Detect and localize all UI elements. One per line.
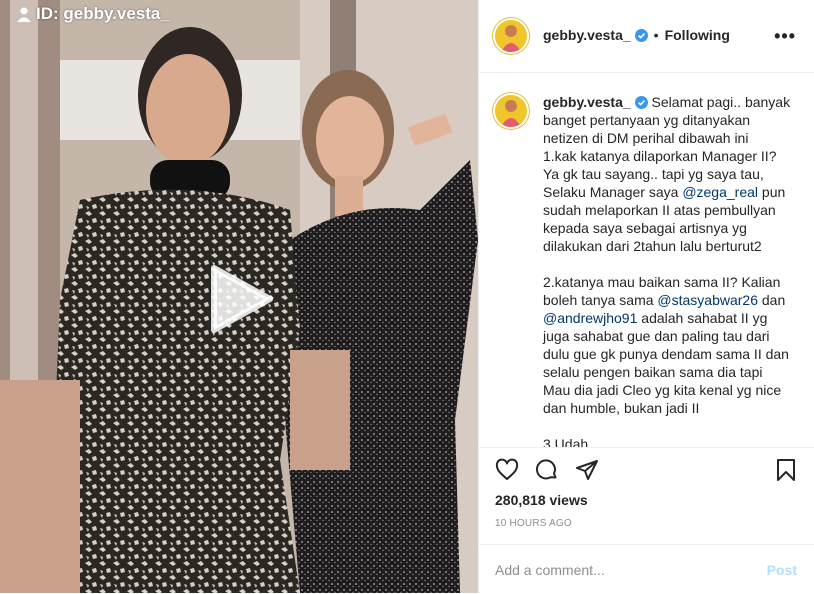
view-count[interactable]: 280,818 views [495, 492, 588, 508]
post-header: gebby.vesta_ • Following ••• [479, 0, 814, 73]
mention-link[interactable]: @andrewjho91 [543, 310, 637, 326]
mention-link[interactable]: @zega_real [682, 184, 758, 200]
action-bar [479, 448, 814, 492]
play-icon[interactable] [206, 264, 276, 334]
video-player[interactable]: ID: gebby.vesta_ [0, 0, 478, 593]
user-icon [17, 7, 31, 22]
header-user-line: gebby.vesta_ • Following [543, 27, 730, 43]
video-id-text: ID: gebby.vesta_ [36, 4, 170, 23]
avatar-image [495, 20, 527, 52]
comment-bar: Add a comment... Post [479, 544, 814, 594]
header-avatar[interactable] [495, 20, 527, 52]
caption-username[interactable]: gebby.vesta_ [543, 94, 631, 110]
caption-text: gebby.vesta_ Selamat pagi.. banyak bange… [543, 93, 793, 448]
bookmark-icon[interactable] [774, 458, 798, 482]
heart-icon[interactable] [495, 458, 519, 482]
header-username[interactable]: gebby.vesta_ [543, 27, 631, 43]
comment-input[interactable]: Add a comment... [495, 562, 605, 578]
post-timestamp[interactable]: 10 HOURS AGO [495, 518, 572, 529]
verified-badge-icon [634, 96, 648, 109]
share-icon[interactable] [575, 458, 599, 482]
comment-icon[interactable] [535, 458, 559, 482]
video-id-overlay: ID: gebby.vesta_ [16, 4, 170, 24]
post-button[interactable]: Post [767, 562, 797, 578]
mention-link[interactable]: @stasyabwar26 [657, 292, 758, 308]
following-button[interactable]: Following [665, 27, 730, 43]
avatar-image [495, 95, 527, 127]
more-options-icon[interactable]: ••• [774, 26, 796, 47]
caption-part-3: dan [758, 292, 790, 308]
caption-scroll[interactable]: gebby.vesta_ Selamat pagi.. banyak bange… [479, 73, 814, 448]
caption-part-4: adalah sahabat II yg juga sahabat gue da… [543, 310, 789, 448]
separator-dot: • [653, 27, 659, 43]
caption-part-2: pun sudah melaporkan II atas pembullyan … [543, 184, 786, 308]
verified-badge-icon [634, 28, 648, 42]
post-panel: gebby.vesta_ • Following ••• gebby.vesta… [478, 0, 814, 593]
caption-avatar[interactable] [495, 95, 527, 127]
